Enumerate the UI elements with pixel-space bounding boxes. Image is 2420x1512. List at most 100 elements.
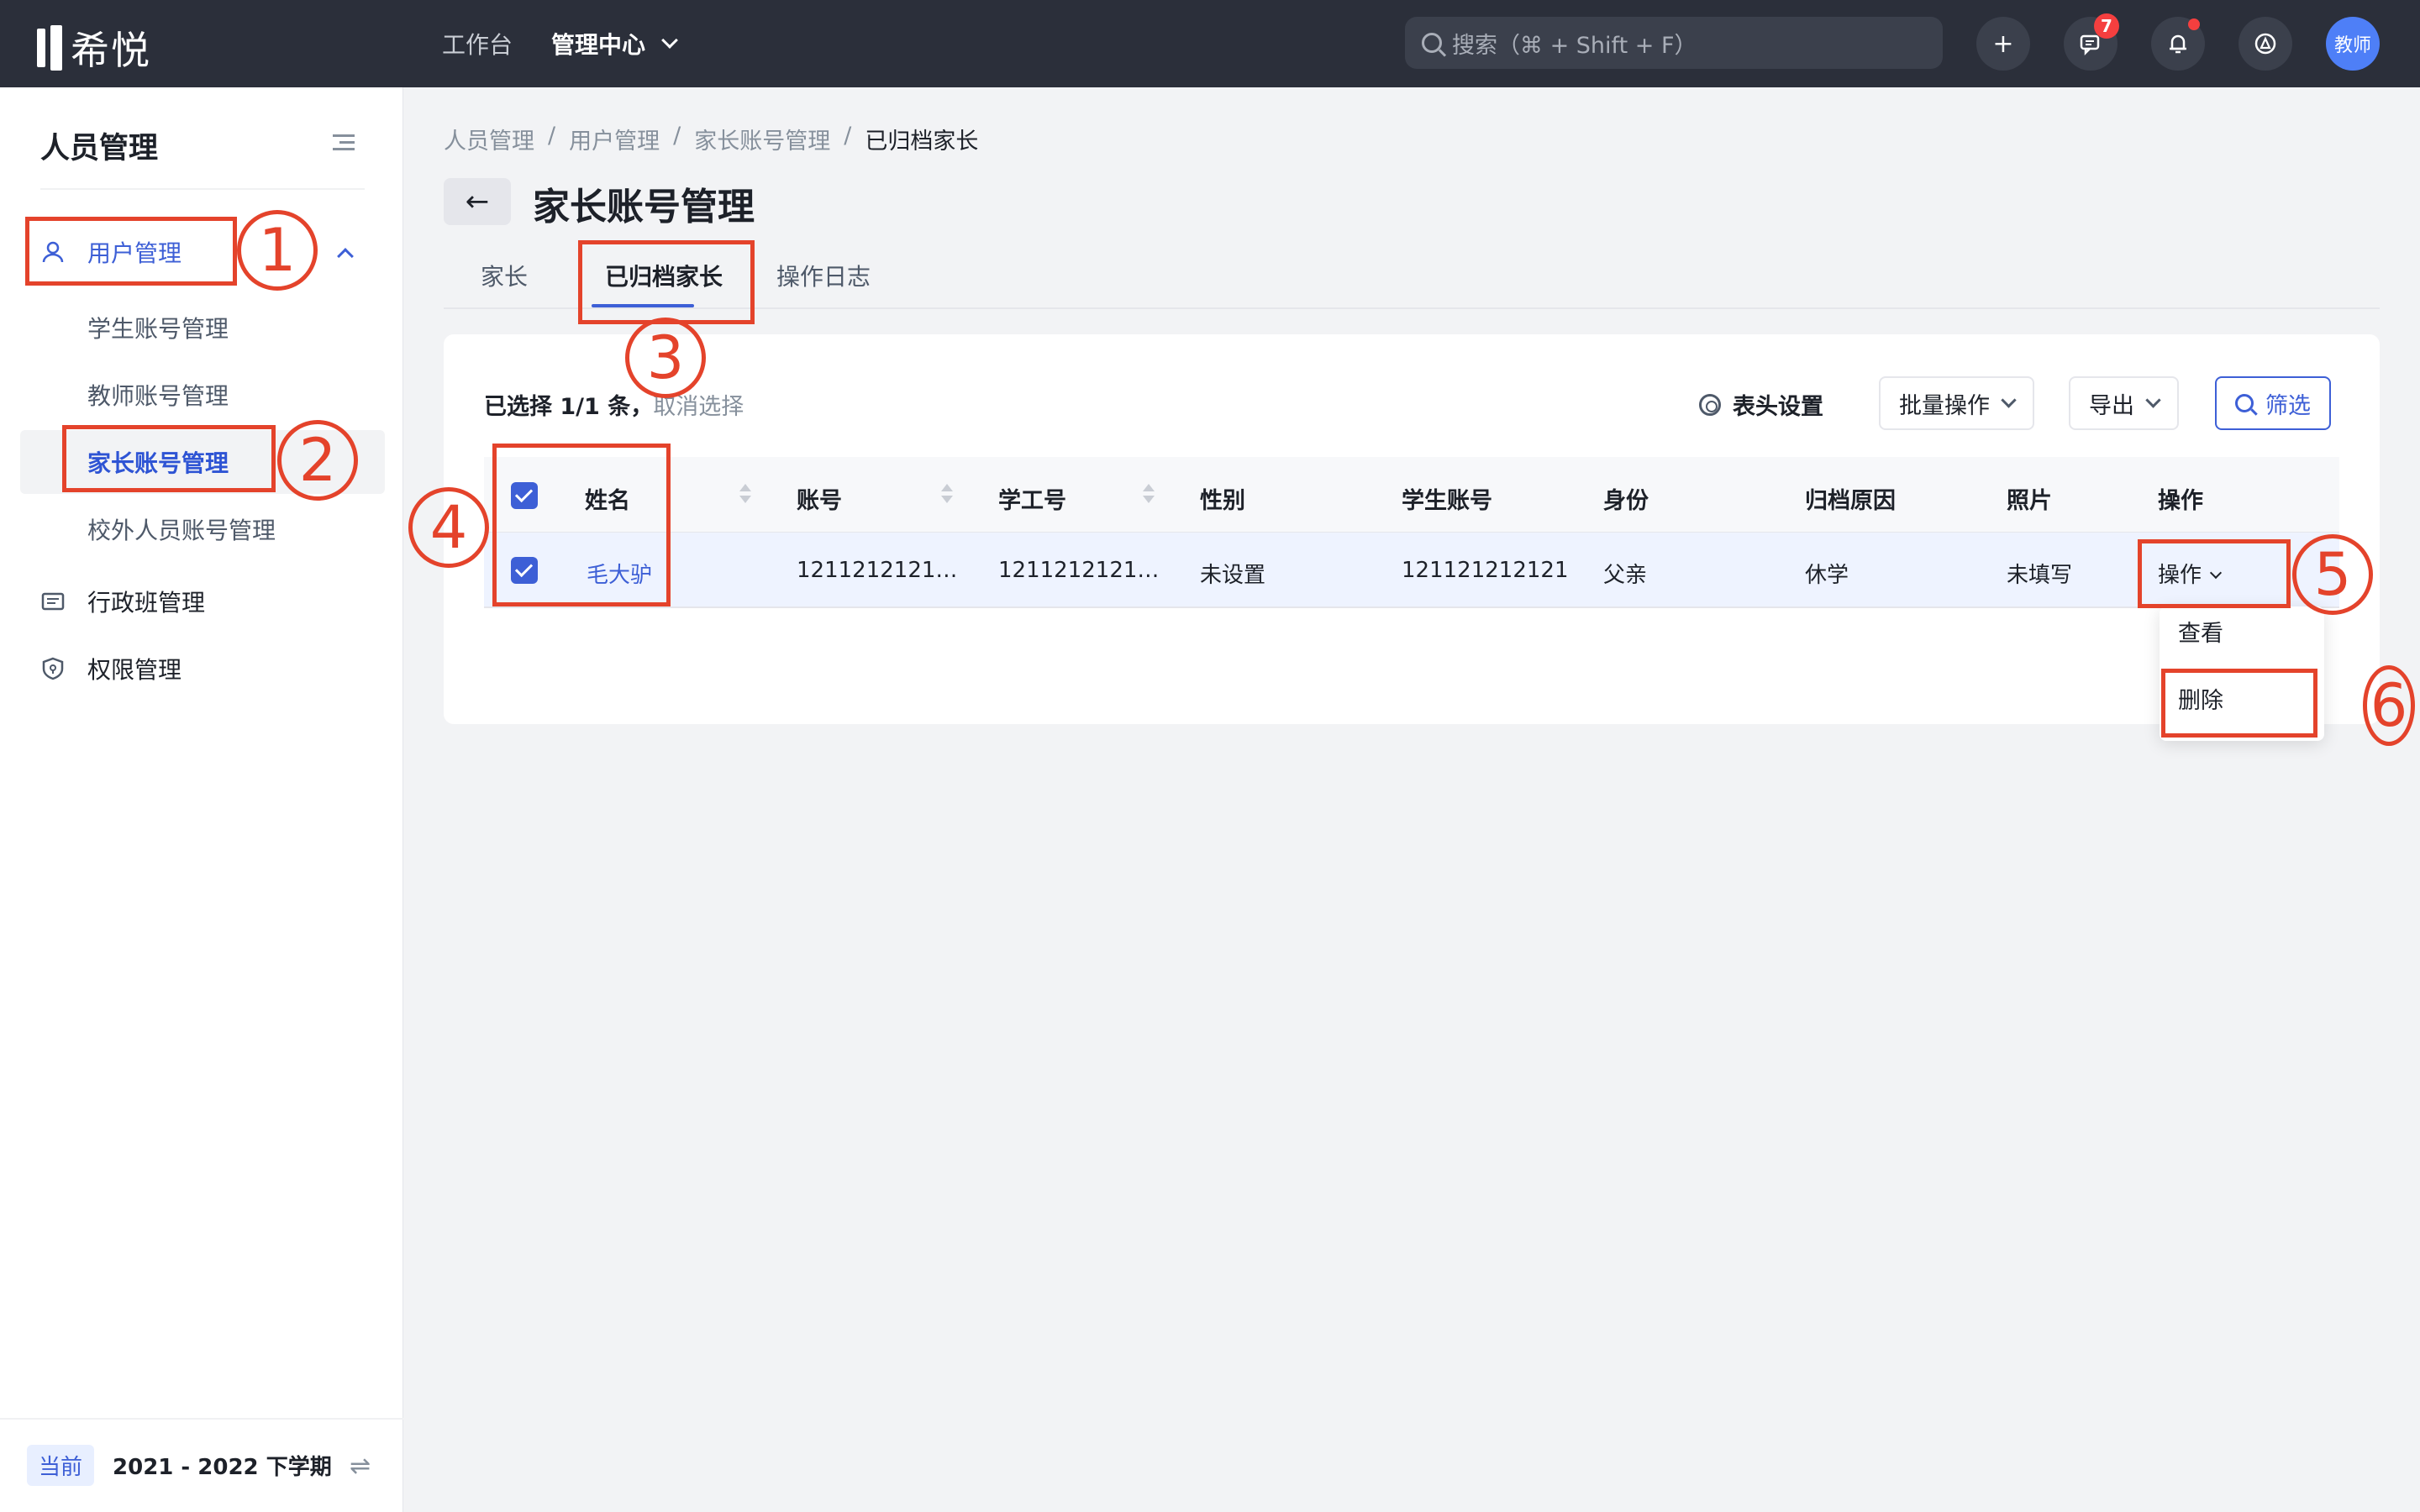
cell-gender: 未设置 (1200, 563, 1266, 588)
back-button[interactable]: ← (444, 178, 511, 225)
table-row: 毛大驴 1211212121… 1211212121… 未设置 12112121… (484, 533, 2339, 608)
cell-photo: 未填写 (2007, 563, 2073, 588)
tab-operation-log[interactable]: 操作日志 (776, 259, 871, 292)
sidebar: 人员管理 用户管理 学生账号管理 教师账号管理 家长账号管理 校外人员账号管理 … (0, 87, 403, 1512)
cell-archive-reason: 休学 (1805, 563, 1849, 588)
arrow-left-icon: ← (465, 185, 490, 218)
term-text: 2021 - 2022 下学期 (113, 1455, 332, 1480)
nav-management-center-label: 管理中心 (551, 31, 646, 59)
notification-dot (2188, 18, 2200, 30)
header-settings-button[interactable]: 表头设置 (1699, 388, 1823, 421)
sidebar-divider (40, 188, 365, 190)
sidebar-item-class-management[interactable]: 行政班管理 (0, 571, 403, 632)
add-button[interactable]: + (1976, 17, 2030, 71)
app-center-button[interactable] (2238, 17, 2292, 71)
annotation-number-2: 2 (277, 420, 358, 501)
annotation-box-5 (2138, 539, 2291, 608)
annotation-box-4 (492, 444, 671, 606)
column-header-staff-id: 学工号 (998, 488, 1066, 514)
header-settings-label: 表头设置 (1733, 394, 1823, 420)
list-icon (41, 592, 65, 611)
annotation-box-3 (578, 240, 755, 324)
app-logo[interactable]: 希悦 (37, 20, 151, 76)
breadcrumb-separator: / (844, 123, 852, 149)
sort-icon[interactable] (1143, 482, 1155, 507)
notifications-button[interactable] (2151, 17, 2205, 71)
filter-label: 筛选 (2265, 392, 2311, 419)
export-label: 导出 (2089, 392, 2134, 419)
sidebar-item-label: 行政班管理 (87, 589, 206, 617)
annotation-number-6: 6 (2363, 665, 2415, 746)
search-input[interactable]: 搜索（⌘ + Shift + F） (1405, 17, 1943, 69)
messages-button[interactable]: 7 (2064, 13, 2119, 71)
cell-staff-id: 1211212121… (998, 558, 1160, 583)
breadcrumb-item[interactable]: 用户管理 (569, 123, 660, 155)
term-current-tag: 当前 (27, 1445, 95, 1486)
filter-button[interactable]: 筛选 (2215, 376, 2331, 430)
column-header-archive-reason: 归档原因 (1805, 488, 1896, 514)
selection-info: 已选择 1/1 条，取消选择 (484, 388, 744, 421)
annotation-box-6 (2161, 669, 2317, 738)
batch-operations-label: 批量操作 (1899, 392, 1990, 419)
breadcrumb-current: 已归档家长 (865, 129, 979, 155)
logo-text: 希悦 (71, 28, 151, 73)
sidebar-title: 人员管理 (40, 132, 159, 165)
chevron-up-icon (337, 248, 354, 265)
column-header-student-account: 学生账号 (1402, 488, 1492, 514)
annotation-number-5: 5 (2292, 534, 2373, 615)
sidebar-item-label: 学生账号管理 (87, 315, 229, 343)
column-header-gender: 性别 (1200, 488, 1245, 514)
chevron-down-icon (661, 32, 678, 49)
selection-count: 已选择 1/1 条， (484, 394, 654, 420)
nav-management-center[interactable]: 管理中心 (551, 27, 678, 60)
breadcrumb-item[interactable]: 人员管理 (444, 123, 534, 155)
breadcrumb: 人员管理 / 用户管理 / 家长账号管理 / 已归档家长 (444, 123, 978, 155)
sidebar-item-label: 权限管理 (87, 656, 182, 684)
breadcrumb-item[interactable]: 家长账号管理 (694, 123, 830, 155)
compass-icon (2254, 33, 2276, 55)
shield-icon (42, 657, 64, 680)
sidebar-item-external-accounts[interactable]: 校外人员账号管理 (20, 497, 385, 561)
bell-icon (2170, 34, 2186, 54)
term-selector: 当前 2021 - 2022 下学期 (27, 1445, 332, 1486)
column-header-actions: 操作 (2158, 488, 2203, 514)
page-title: 家长账号管理 (533, 186, 755, 228)
top-bar: 希悦 工作台 管理中心 搜索（⌘ + Shift + F） + 7 教师 (0, 0, 2420, 87)
cell-account: 1211212121… (797, 558, 958, 583)
annotation-number-3: 3 (625, 318, 706, 398)
sidebar-item-teacher-accounts[interactable]: 教师账号管理 (20, 363, 385, 427)
user-avatar[interactable]: 教师 (2326, 17, 2380, 71)
batch-operations-dropdown[interactable]: 批量操作 (1879, 376, 2034, 430)
search-icon (2235, 394, 2254, 412)
sidebar-item-student-accounts[interactable]: 学生账号管理 (20, 296, 385, 360)
switch-term-icon[interactable]: ⇌ (350, 1452, 371, 1481)
table-header: 姓名 账号 学工号 性别 学生账号 身份 归档原因 照片 操作 (484, 457, 2339, 533)
annotation-number-4: 4 (408, 487, 489, 568)
export-dropdown[interactable]: 导出 (2069, 376, 2179, 430)
annotation-box-1 (25, 217, 237, 286)
collapse-sidebar-icon[interactable] (333, 134, 355, 151)
chevron-down-icon (2001, 391, 2017, 408)
top-nav: 工作台 管理中心 (442, 0, 714, 87)
search-icon (1422, 33, 1442, 53)
column-header-account: 账号 (797, 488, 842, 514)
logo-icon (37, 25, 62, 71)
chevron-down-icon (2145, 391, 2161, 408)
breadcrumb-separator: / (548, 123, 556, 149)
search-placeholder: 搜索（⌘ + Shift + F） (1452, 32, 1697, 59)
breadcrumb-separator: / (673, 123, 681, 149)
annotation-box-2 (62, 425, 276, 492)
sort-icon[interactable] (739, 482, 751, 507)
plus-icon: + (1992, 29, 2014, 59)
menu-item-view[interactable]: 查看 (2178, 615, 2223, 648)
message-count-badge: 7 (2094, 13, 2119, 39)
gear-icon (1699, 393, 1721, 416)
tab-parents[interactable]: 家长 (481, 259, 528, 292)
column-header-identity: 身份 (1603, 488, 1649, 514)
sidebar-item-permissions[interactable]: 权限管理 (0, 638, 403, 699)
cell-identity: 父亲 (1603, 563, 1648, 588)
sidebar-item-label: 校外人员账号管理 (87, 517, 276, 544)
sort-icon[interactable] (941, 482, 953, 507)
nav-workbench[interactable]: 工作台 (442, 27, 513, 60)
sidebar-item-label: 教师账号管理 (87, 382, 229, 410)
